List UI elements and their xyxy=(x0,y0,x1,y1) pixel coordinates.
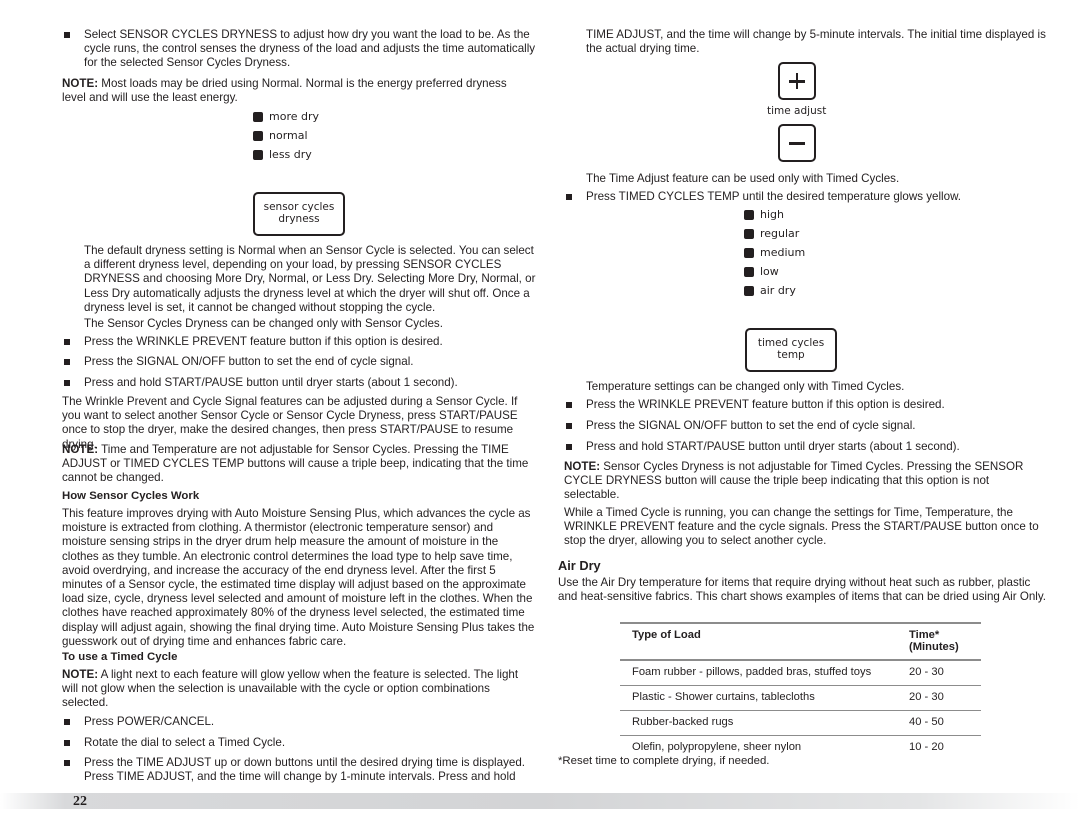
bullet-select-dryness: Select SENSOR CYCLES DRYNESS to adjust h… xyxy=(62,28,540,71)
header-minutes: (Minutes) xyxy=(909,641,959,653)
bullet-signal: Press the SIGNAL ON/OFF button to set th… xyxy=(62,355,540,369)
table-row: Rubber-backed rugs 40 - 50 xyxy=(620,711,981,736)
time-adjust-minus-button[interactable] xyxy=(778,124,816,162)
header-time-minutes: Time* (Minutes) xyxy=(897,623,981,660)
light-more-dry: more dry xyxy=(253,107,319,126)
cell-time: 40 - 50 xyxy=(909,716,944,728)
air-dry-heading: Air Dry xyxy=(558,558,601,573)
indicator-light-icon xyxy=(744,247,754,258)
minus-icon xyxy=(789,142,805,145)
light-low: low xyxy=(744,262,805,281)
cell-time: 20 - 30 xyxy=(909,666,944,678)
temp-only-paragraph: Temperature settings can be changed only… xyxy=(586,380,905,393)
timed-cycles-temp-button[interactable]: timed cycles temp xyxy=(745,328,837,372)
button-label-line2: dryness xyxy=(278,213,320,225)
note-label: NOTE: xyxy=(564,460,601,473)
indicator-light-icon xyxy=(744,209,754,220)
sensor-only-paragraph: The Sensor Cycles Dryness can be changed… xyxy=(84,317,443,330)
note-light: NOTE: A light next to each feature will … xyxy=(62,668,534,711)
indicator-light-icon xyxy=(744,266,754,277)
how-sensor-cycles-heading: How Sensor Cycles Work xyxy=(62,490,200,502)
indicator-light-icon xyxy=(253,149,263,160)
air-dry-paragraph: Use the Air Dry temperature for items th… xyxy=(558,576,1047,604)
bullet-start-pause: Press and hold START/PAUSE button until … xyxy=(62,376,540,390)
bullet-power-cancel: Press POWER/CANCEL. xyxy=(62,715,540,729)
cell-time: 20 - 30 xyxy=(909,691,944,703)
table-footnote: *Reset time to complete drying, if neede… xyxy=(558,755,770,767)
light-label: medium xyxy=(760,246,806,259)
sensor-cycles-dryness-button[interactable]: sensor cycles dryness xyxy=(253,192,345,236)
running-paragraph: While a Timed Cycle is running, you can … xyxy=(564,506,1039,548)
bullet-timed-cycles-temp: Press TIMED CYCLES TEMP until the desire… xyxy=(564,190,1050,204)
timed-cycle-heading: To use a Timed Cycle xyxy=(62,651,178,663)
bullet-start-pause: Press and hold START/PAUSE button until … xyxy=(564,440,1050,454)
note-label: NOTE: xyxy=(62,77,99,90)
indicator-light-icon xyxy=(744,228,754,239)
plus-icon-vertical xyxy=(795,73,799,89)
default-dryness-paragraph: The default dryness setting is Normal wh… xyxy=(84,244,536,314)
dryness-indicator-lights: more dry normal less dry xyxy=(253,107,319,164)
light-air-dry: air dry xyxy=(744,281,805,300)
button-label-line1: timed cycles xyxy=(757,337,825,349)
light-label: air dry xyxy=(760,284,796,297)
cell-load-type: Plastic - Shower curtains, tablecloths xyxy=(632,691,815,703)
light-less-dry: less dry xyxy=(253,145,319,164)
indicator-light-icon xyxy=(253,111,263,122)
light-label: normal xyxy=(269,129,308,142)
light-label: more dry xyxy=(269,110,320,123)
light-medium: medium xyxy=(744,243,805,262)
note-label: NOTE: xyxy=(62,668,99,681)
time-adjust-only-paragraph: The Time Adjust feature can be used only… xyxy=(586,172,900,185)
button-label-line1: sensor cycles xyxy=(263,201,335,213)
indicator-light-icon xyxy=(744,285,754,296)
table-row: Plastic - Shower curtains, tablecloths 2… xyxy=(620,686,981,711)
bullet-rotate-dial: Rotate the dial to select a Timed Cycle. xyxy=(62,736,540,750)
indicator-light-icon xyxy=(253,130,263,141)
note-text: Sensor Cycles Dryness is not adjustable … xyxy=(564,460,1024,502)
cell-load-type: Rubber-backed rugs xyxy=(632,716,734,728)
time-adjust-caption: time adjust xyxy=(767,105,827,117)
footer-bar xyxy=(0,793,1080,809)
bullet-time-adjust: Press the TIME ADJUST up or down buttons… xyxy=(62,756,540,784)
note-time-temp: NOTE: Time and Temperature are not adjus… xyxy=(62,443,534,486)
light-label: high xyxy=(760,208,784,221)
air-dry-table: Type of Load Time* (Minutes) Foam rubber … xyxy=(620,622,981,760)
note-text: Most loads may be dried using Normal. No… xyxy=(62,77,507,105)
light-normal: normal xyxy=(253,126,319,145)
bullet-signal: Press the SIGNAL ON/OFF button to set th… xyxy=(564,419,1050,433)
light-regular: regular xyxy=(744,224,805,243)
table-row: Foam rubber - pillows, padded bras, stuf… xyxy=(620,660,981,686)
note-text: A light next to each feature will glow y… xyxy=(62,668,519,710)
time-adjust-plus-button[interactable] xyxy=(778,62,816,100)
cell-time: 10 - 20 xyxy=(909,741,944,753)
temperature-indicator-lights: high regular medium low air dry xyxy=(744,205,805,300)
continued-paragraph: TIME ADJUST, and the time will change by… xyxy=(586,28,1046,56)
how-sensor-cycles-paragraph: This feature improves drying with Auto M… xyxy=(62,507,535,648)
header-type-of-load: Type of Load xyxy=(632,629,701,641)
button-label-line2: temp xyxy=(777,349,805,361)
note-sensor-dryness: NOTE: Sensor Cycles Dryness is not adjus… xyxy=(564,460,1040,503)
light-label: regular xyxy=(760,227,800,240)
light-high: high xyxy=(744,205,805,224)
note-text: Time and Temperature are not adjustable … xyxy=(62,443,529,485)
light-label: less dry xyxy=(269,148,312,161)
bullet-wrinkle-prevent: Press the WRINKLE PREVENT feature button… xyxy=(564,398,1050,412)
bullet-wrinkle-prevent: Press the WRINKLE PREVENT feature button… xyxy=(62,335,540,349)
light-label: low xyxy=(760,265,779,278)
note-normal: NOTE: Most loads may be dried using Norm… xyxy=(62,77,532,105)
note-label: NOTE: xyxy=(62,443,99,456)
cell-load-type: Foam rubber - pillows, padded bras, stuf… xyxy=(632,666,872,678)
page-number: 22 xyxy=(73,794,87,809)
table-header-row: Type of Load Time* (Minutes) xyxy=(620,623,981,660)
header-time: Time* xyxy=(909,629,940,641)
